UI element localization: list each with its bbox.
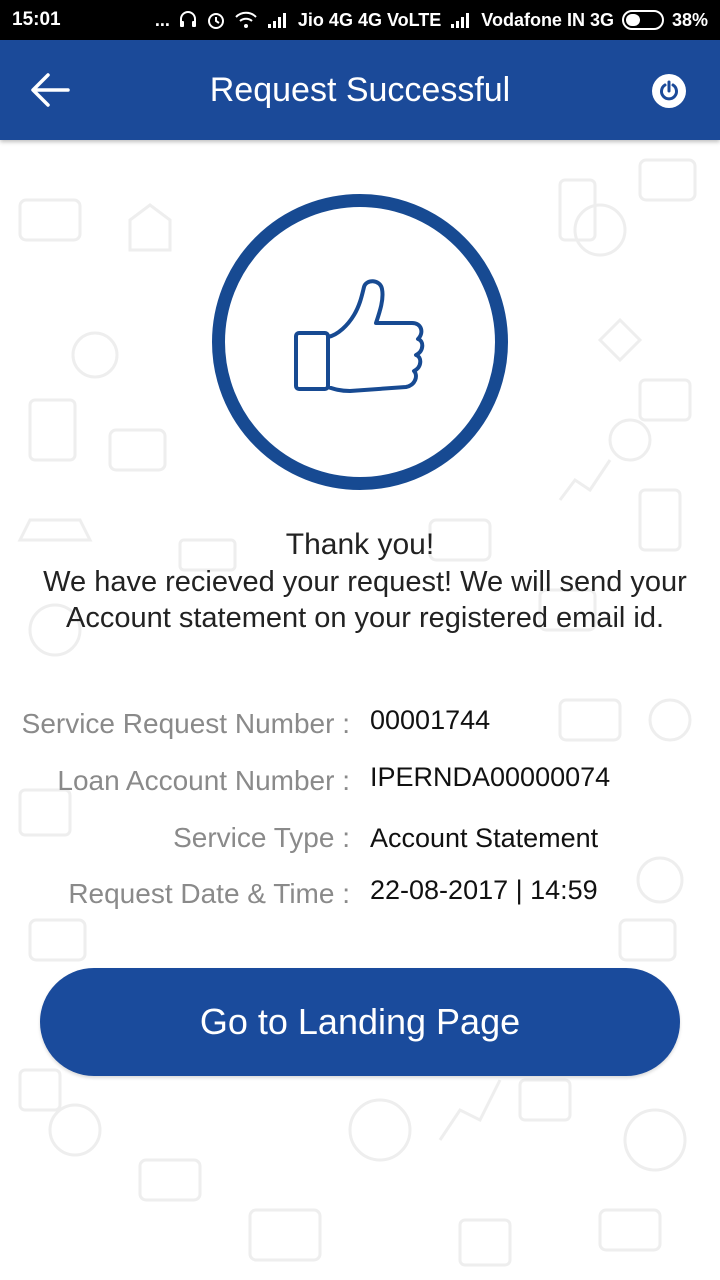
carrier-1: Jio 4G 4G VoLTE: [297, 9, 442, 30]
battery-percent: 38%: [671, 9, 708, 30]
carrier-2: Vodafone IN 3G: [481, 9, 614, 30]
thumbs-up-badge: [212, 194, 508, 490]
thumbs-up-icon: [294, 279, 425, 393]
thank-you-text: Thank you!: [285, 528, 435, 561]
signal-icon: [266, 11, 290, 29]
status-dots: ...: [154, 9, 170, 30]
back-button[interactable]: [24, 66, 76, 114]
detail-value: Account Statement: [370, 823, 599, 853]
alarm-icon: [206, 10, 226, 30]
detail-value: 00001744: [370, 705, 491, 735]
page-title: Request Successful: [209, 70, 511, 109]
detail-label: Service Request Number :: [21, 708, 350, 739]
detail-row-service-request: Service Request Number : 00001744: [0, 704, 720, 744]
battery-icon: [621, 10, 664, 30]
detail-row-loan-account: Loan Account Number : IPERNDA00000074: [0, 761, 720, 801]
app-bar: Request Successful: [0, 40, 720, 140]
status-time: 15:01: [12, 9, 61, 30]
detail-value: IPERNDA00000074: [370, 762, 611, 792]
signal-icon: [449, 11, 473, 29]
status-bar: 15:01 ... Jio 4G 4G VoLTE Vodafone IN 3G…: [0, 0, 720, 40]
wifi-icon: [234, 11, 258, 29]
power-icon: [660, 80, 678, 101]
detail-label: Request Date & Time :: [68, 878, 350, 909]
detail-label: Service Type :: [173, 822, 350, 853]
logout-button[interactable]: [652, 74, 686, 108]
headset-icon: [178, 10, 198, 30]
confirmation-message: We have recieved your request! We will s…: [43, 566, 687, 634]
arrow-left-icon: [31, 73, 70, 107]
confirmation-panel: Thank you! We have recieved your request…: [0, 140, 720, 1280]
detail-row-request-date: Request Date & Time : 22-08-2017 | 14:59: [0, 874, 720, 914]
detail-label: Loan Account Number :: [57, 765, 350, 796]
go-to-landing-page-button[interactable]: Go to Landing Page: [40, 968, 680, 1076]
detail-value: 22-08-2017 | 14:59: [370, 875, 598, 905]
detail-row-service-type: Service Type : Account Statement: [0, 818, 720, 858]
